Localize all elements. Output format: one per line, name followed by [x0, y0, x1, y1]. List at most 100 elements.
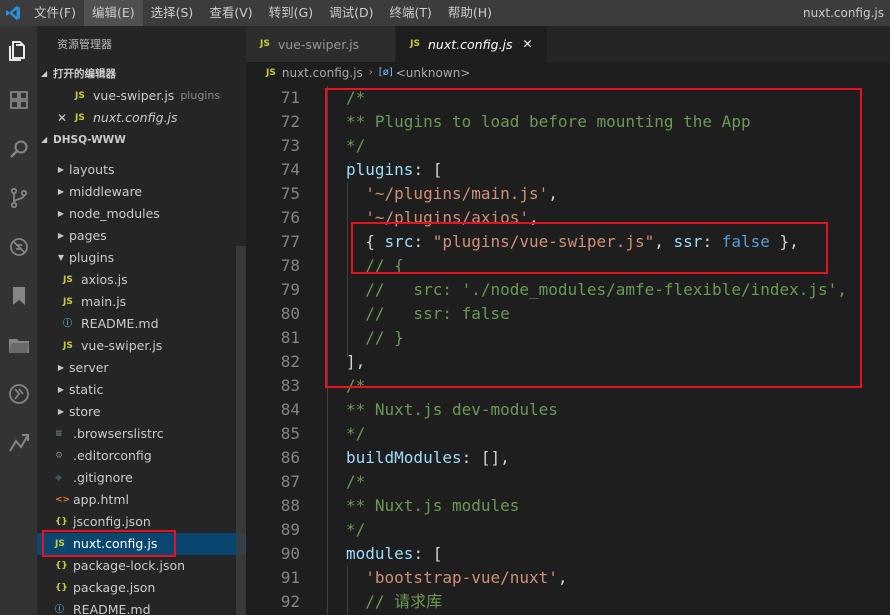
breadcrumb-symbol[interactable]: <unknown> [396, 62, 471, 84]
js-file-icon: JS [63, 297, 73, 307]
file-item[interactable]: ⚙ .editorconfig [37, 445, 246, 467]
menu-item[interactable]: 转到(G) [261, 0, 321, 26]
remote-icon[interactable] [0, 369, 37, 418]
code-token: buildModules [346, 448, 462, 467]
menu-item[interactable]: 调试(D) [321, 0, 381, 26]
js-file-icon: JS [63, 341, 73, 351]
chevron-right-icon: ▶ [57, 385, 65, 394]
code-token: // 请求库 [365, 592, 443, 611]
search-icon[interactable] [0, 124, 37, 173]
source-control-icon[interactable] [0, 173, 37, 222]
file-item[interactable]: JS axios.js [37, 269, 246, 291]
js-file-icon: JS [266, 68, 276, 78]
folder-item[interactable]: ▶ pages [37, 225, 246, 247]
tree-item-label: package.json [73, 580, 156, 595]
git-file-icon: ◆ [55, 473, 62, 483]
json-file-icon: {} [55, 583, 68, 593]
close-icon[interactable]: ✕ [523, 37, 533, 51]
line-number: 89 [280, 520, 300, 539]
file-item[interactable]: <> app.html [37, 489, 246, 511]
tree-item-label: axios.js [81, 272, 128, 287]
breadcrumb-file[interactable]: nuxt.config.js [282, 62, 363, 84]
folder-item[interactable]: ▶ store [37, 401, 246, 423]
html-file-icon: <> [55, 495, 71, 505]
code-token: /* [346, 472, 366, 491]
menu-item[interactable]: 文件(F) [26, 0, 84, 26]
breadcrumb: JS nuxt.config.js › [ø] <unknown> [246, 62, 890, 84]
file-item[interactable]: ⓘ README.md [37, 313, 246, 335]
code-text: // 请求库 [346, 590, 442, 614]
code-token: */ [346, 424, 366, 443]
open-editor-label: nuxt.config.js [93, 110, 178, 125]
tree-item-label: store [69, 404, 101, 419]
open-editors-header[interactable]: ◢ 打开的编辑器 [37, 63, 246, 85]
folder-item[interactable]: ▶ node_modules [37, 203, 246, 225]
tree-item-label: server [69, 360, 109, 375]
menu-item[interactable]: 帮助(H) [440, 0, 500, 26]
file-item[interactable]: {} package-lock.json [37, 555, 246, 577]
symbol-variable-icon: [ø] [378, 67, 393, 78]
file-item[interactable]: {} package.json [37, 577, 246, 599]
code-text: modules: [ [346, 542, 442, 566]
files-icon[interactable] [0, 26, 37, 75]
tree-item-label: .gitignore [73, 470, 133, 485]
line-number: 87 [280, 472, 300, 491]
tree-item-label: vue-swiper.js [81, 338, 163, 353]
bookmark-icon[interactable] [0, 271, 37, 320]
folder-item[interactable]: ▶ server [37, 357, 246, 379]
line-number: 85 [280, 424, 300, 443]
line-number: 86 [280, 448, 300, 467]
file-item[interactable]: ≡ .browserslistrc [37, 423, 246, 445]
share-icon[interactable] [0, 418, 37, 467]
line-number: 74 [280, 160, 300, 179]
chevron-right-icon: ▶ [57, 407, 65, 416]
folder-item[interactable]: ▶ static [37, 379, 246, 401]
file-item[interactable]: ◆ .gitignore [37, 467, 246, 489]
activity-bar [0, 26, 37, 615]
file-item[interactable]: ⓘ README.md [37, 599, 246, 615]
open-editor-item[interactable]: ✕ JS nuxt.config.js [37, 107, 246, 129]
folder-item[interactable]: ▶ middleware [37, 181, 246, 203]
folder-item[interactable]: ▼ plugins [37, 247, 246, 269]
folder-item[interactable]: ▶ layouts [37, 159, 246, 181]
extensions-icon[interactable] [0, 75, 37, 124]
menu-item[interactable]: 终端(T) [381, 0, 439, 26]
code-token: : [ [413, 544, 443, 563]
code-text: 'bootstrap-vue/nuxt', [346, 566, 568, 590]
explorer-sidebar: 资源管理器 ◢ 打开的编辑器 JS vue-swiper.js plugins ✕ JS… [37, 26, 246, 615]
line-number: 73 [280, 136, 300, 155]
menu-item[interactable]: 编辑(E) [83, 0, 143, 26]
code-line: 87 /* [246, 470, 890, 494]
close-icon[interactable]: ✕ [55, 107, 69, 129]
tab-active[interactable]: JS nuxt.config.js ✕ [396, 26, 548, 62]
tree-item-label: .browserslistrc [73, 426, 164, 441]
code-text: ** Nuxt.js modules [346, 494, 519, 518]
open-editor-item[interactable]: JS vue-swiper.js plugins [37, 85, 246, 107]
code-token: , [557, 568, 568, 587]
tab[interactable]: JS vue-swiper.js [246, 26, 397, 62]
chevron-right-icon: ▶ [57, 165, 65, 174]
menu-item[interactable]: 选择(S) [143, 0, 202, 26]
info-file-icon: ⓘ [55, 605, 65, 615]
line-number: 83 [280, 376, 300, 395]
line-number: 76 [280, 208, 300, 227]
open-editors-label: 打开的编辑器 [53, 68, 116, 80]
line-number: 92 [280, 592, 300, 611]
code-line: 92 // 请求库 [246, 590, 890, 614]
info-file-icon: ⓘ [63, 319, 73, 329]
debug-icon[interactable] [0, 222, 37, 271]
file-item[interactable]: JS vue-swiper.js [37, 335, 246, 357]
highlight-box-vue-swiper [351, 222, 828, 274]
folder-icon[interactable] [0, 320, 37, 369]
file-item[interactable]: JS main.js [37, 291, 246, 313]
sidebar-scrollbar[interactable] [236, 246, 246, 615]
project-header[interactable]: ◢ DHSQ-WWW [37, 129, 246, 151]
chevron-right-icon: ▶ [57, 209, 65, 218]
tree-item-label: README.md [73, 602, 151, 615]
menu-item[interactable]: 查看(V) [201, 0, 260, 26]
js-file-icon: JS [260, 39, 270, 49]
line-number: 77 [280, 232, 300, 251]
code-line: 84 ** Nuxt.js dev-modules [246, 398, 890, 422]
code-line: 85 */ [246, 422, 890, 446]
